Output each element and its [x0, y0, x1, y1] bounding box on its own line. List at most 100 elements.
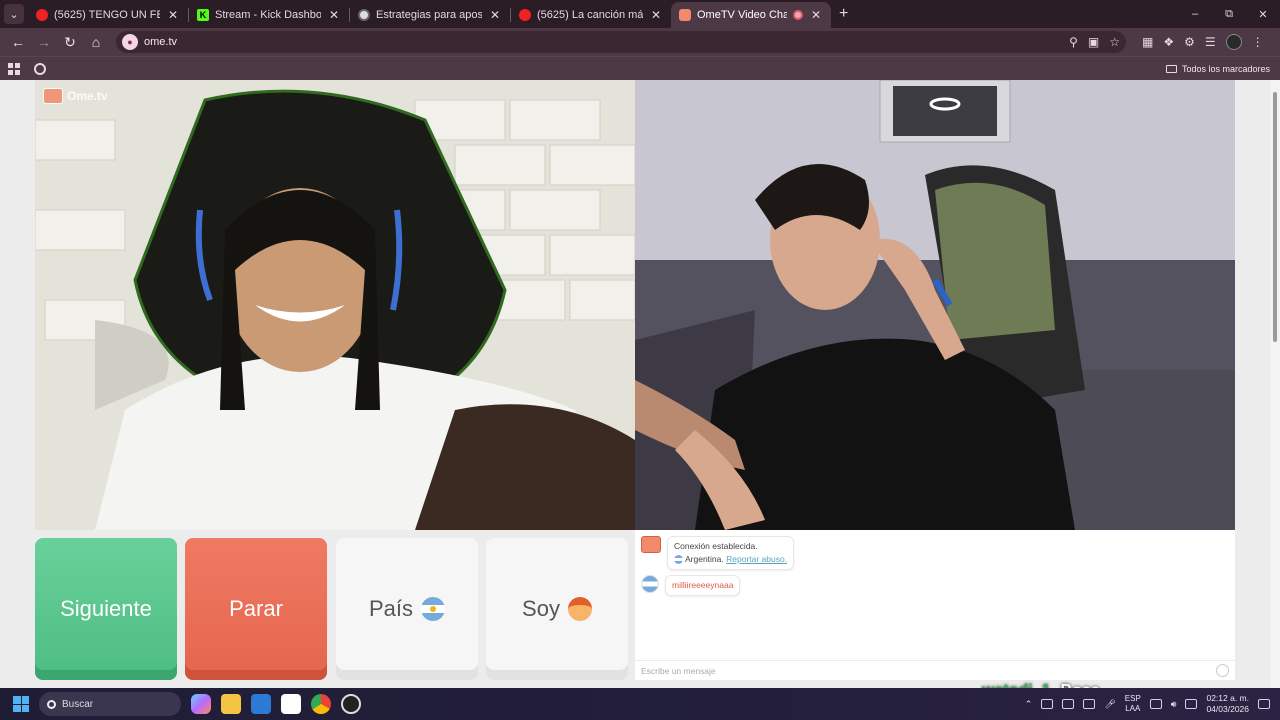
local-video-feed [35, 80, 635, 530]
stranger-flag-icon [641, 575, 659, 593]
page-scrollbar[interactable] [1270, 80, 1280, 688]
media-controls-icon[interactable]: ☰ [1205, 35, 1216, 49]
tab-betting-strategies[interactable]: Estrategias para apostar en Bet ✕ [350, 2, 510, 28]
report-abuse-link[interactable]: Reportar abuso. [726, 554, 787, 564]
argentina-flag-icon [421, 597, 446, 621]
microphone-icon[interactable]: 🎤︎ [1104, 699, 1115, 710]
language-code: ESP [1124, 694, 1141, 703]
bookmark-star-icon[interactable]: ☆ [1109, 35, 1120, 49]
microsoft-store-icon[interactable] [251, 694, 271, 714]
screen: ⌄ (5625) TENGO UN FEELING - Yo ✕ K Strea… [0, 0, 1280, 720]
ometv-logo-text: Ome.tv [67, 89, 108, 103]
recording-indicator-icon [793, 10, 803, 20]
forward-arrow-icon[interactable]: → [32, 30, 56, 54]
connection-established-text: Conexión establecida. [674, 541, 758, 551]
country-name: Argentina. [685, 554, 724, 564]
youtube-icon [36, 9, 48, 21]
translate-icon[interactable]: ❖ [1163, 35, 1174, 49]
argentina-flag-icon [674, 555, 683, 565]
capcut-icon[interactable] [281, 694, 301, 714]
close-icon[interactable]: ✕ [488, 8, 502, 22]
bookmarks-bar: Todos los marcadores [0, 56, 1280, 80]
chat-panel: Conexión establecida. Argentina. Reporta… [635, 530, 1235, 680]
stranger-message-row: milliireeeeynaaa [641, 575, 741, 596]
boy-emoji-icon [567, 597, 592, 621]
file-explorer-icon[interactable] [221, 694, 241, 714]
obs-icon[interactable] [341, 694, 361, 714]
country-filter-button[interactable]: País [336, 538, 478, 680]
copilot-icon[interactable] [191, 694, 211, 714]
tab-title: Estrategias para apostar en Bet [376, 9, 482, 21]
menu-kebab-icon[interactable]: ⋮ [1252, 35, 1264, 49]
remote-video [635, 80, 1235, 530]
local-video: Ome.tv [35, 80, 635, 530]
home-icon[interactable]: ⌂ [84, 30, 108, 54]
close-window-icon[interactable]: ✕ [1246, 0, 1280, 28]
globe-bookmark-icon[interactable] [34, 62, 46, 75]
reload-icon[interactable]: ↻ [58, 30, 82, 54]
clock-time: 02:12 a. m. [1206, 693, 1249, 703]
gender-button-label: Soy [522, 596, 560, 621]
system-message-bubble: Conexión establecida. Argentina. Reporta… [667, 536, 795, 570]
scrollbar-thumb[interactable] [1273, 92, 1277, 342]
close-icon[interactable]: ✕ [649, 8, 663, 22]
apps-grid-icon[interactable] [8, 62, 20, 75]
taskbar-search[interactable]: Buscar [39, 692, 181, 716]
ometv-logo-icon [43, 88, 63, 104]
close-icon[interactable]: ✕ [809, 8, 823, 22]
show-hidden-icons-chevron-icon[interactable]: ⌃ [1025, 699, 1033, 710]
extensions-puzzle-icon[interactable]: ⚙ [1184, 35, 1195, 49]
tab-ometv[interactable]: OmeTV Video Chat — Ome ✕ [671, 2, 831, 28]
network-icon[interactable] [1149, 699, 1162, 709]
volume-icon[interactable]: 🔊︎ [1171, 699, 1177, 710]
tab-title: Stream - Kick Dashboard [215, 9, 321, 21]
stop-button[interactable]: Parar [185, 538, 327, 680]
address-bar[interactable]: ● ome.tv ⚲ ▣ ☆ [116, 31, 1126, 53]
tab-kick-dashboard[interactable]: K Stream - Kick Dashboard ✕ [189, 2, 349, 28]
clock[interactable]: 02:12 a. m. 04/03/2026 [1206, 693, 1249, 715]
omnibox-actions: ⚲ ▣ ☆ [1069, 35, 1120, 49]
globe-icon [358, 9, 370, 21]
extension-icon[interactable]: ▦ [1142, 35, 1153, 49]
tab-title: (5625) TENGO UN FEELING - Yo [54, 9, 160, 21]
url-text[interactable]: ome.tv [144, 36, 1069, 48]
zoom-icon[interactable]: ⚲ [1069, 35, 1078, 49]
tab-youtube-song[interactable]: (5625) La canción más pegadiza ✕ [511, 2, 671, 28]
clock-date: 04/03/2026 [1206, 704, 1249, 714]
tab-search-chevron-icon[interactable]: ⌄ [4, 4, 24, 24]
site-info-icon[interactable]: ● [122, 34, 138, 50]
country-button-label: País [368, 596, 414, 621]
input-language[interactable]: ESP LAA [1125, 694, 1141, 714]
chat-controls: Siguiente Parar País Soy [35, 538, 635, 680]
system-message-row: Conexión establecida. Argentina. Reporta… [641, 536, 795, 570]
stop-button-label: Parar [229, 596, 283, 621]
close-icon[interactable]: ✕ [166, 8, 180, 22]
battery-icon[interactable] [1185, 699, 1198, 709]
emoji-picker-icon[interactable] [1216, 664, 1229, 677]
discord-icon[interactable] [1062, 699, 1075, 709]
nvidia-icon[interactable] [1041, 699, 1054, 709]
next-button[interactable]: Siguiente [35, 538, 177, 680]
kick-icon: K [197, 9, 209, 21]
chrome-icon[interactable] [311, 694, 331, 714]
tab-youtube-feeling[interactable]: (5625) TENGO UN FEELING - Yo ✕ [28, 2, 188, 28]
chat-message-input[interactable]: Escribe un mensaje [635, 660, 1235, 680]
notifications-icon[interactable] [1258, 699, 1270, 709]
profile-avatar-icon[interactable] [1225, 34, 1242, 50]
windows-taskbar: Buscar ⌃ 🎤︎ ESP LAA 🔊︎ 02:12 a. m. 04/03… [0, 688, 1280, 720]
cast-icon[interactable]: ▣ [1088, 35, 1099, 49]
taskbar-search-label: Buscar [62, 698, 94, 710]
gender-select-button[interactable]: Soy [486, 538, 628, 680]
system-tray: ⌃ 🎤︎ ESP LAA 🔊︎ 02:12 a. m. 04/03/2026 [1025, 688, 1280, 720]
folder-icon [1165, 64, 1177, 73]
back-arrow-icon[interactable]: ← [6, 30, 30, 54]
all-bookmarks-folder[interactable]: Todos los marcadores [1165, 64, 1270, 74]
app-tray-icon[interactable] [1083, 699, 1096, 709]
restore-icon[interactable]: ⧉ [1212, 0, 1246, 28]
toolbar-actions: ▦ ❖ ⚙ ☰ ⋮ [1142, 34, 1264, 50]
minimize-icon[interactable]: – [1178, 0, 1212, 28]
ometv-system-icon [641, 536, 661, 553]
close-icon[interactable]: ✕ [327, 8, 341, 22]
windows-start-icon[interactable] [13, 696, 29, 712]
new-tab-plus-icon[interactable]: + [839, 5, 848, 23]
